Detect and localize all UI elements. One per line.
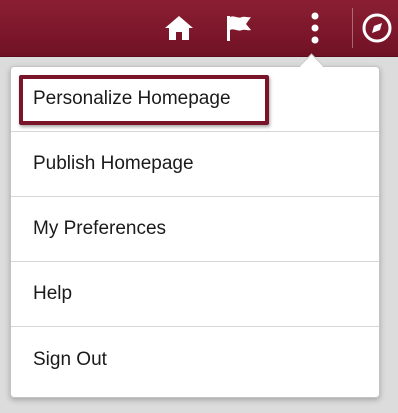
flag-icon[interactable] xyxy=(224,13,254,43)
compass-icon[interactable] xyxy=(360,11,394,45)
menu-item-personalize-homepage[interactable]: Personalize Homepage xyxy=(11,67,379,132)
menu-item-label: My Preferences xyxy=(33,218,167,239)
menu-item-publish-homepage[interactable]: Publish Homepage xyxy=(11,132,379,197)
menu-item-help[interactable]: Help xyxy=(11,262,379,327)
menu-item-label: Publish Homepage xyxy=(33,153,194,174)
menu-item-my-preferences[interactable]: My Preferences xyxy=(11,197,379,262)
header-bar xyxy=(0,0,398,57)
actions-menu: Personalize Homepage Publish Homepage My… xyxy=(10,66,380,398)
menu-item-label: Help xyxy=(33,283,73,304)
home-icon[interactable] xyxy=(164,14,194,42)
more-vertical-icon[interactable] xyxy=(300,10,330,46)
actions-dropdown: Personalize Homepage Publish Homepage My… xyxy=(10,53,380,398)
header-divider xyxy=(352,8,353,48)
menu-item-label: Personalize Homepage xyxy=(33,88,231,109)
screen: Personalize Homepage Publish Homepage My… xyxy=(0,0,398,413)
menu-item-sign-out[interactable]: Sign Out xyxy=(11,327,379,392)
menu-item-label: Sign Out xyxy=(33,348,107,370)
